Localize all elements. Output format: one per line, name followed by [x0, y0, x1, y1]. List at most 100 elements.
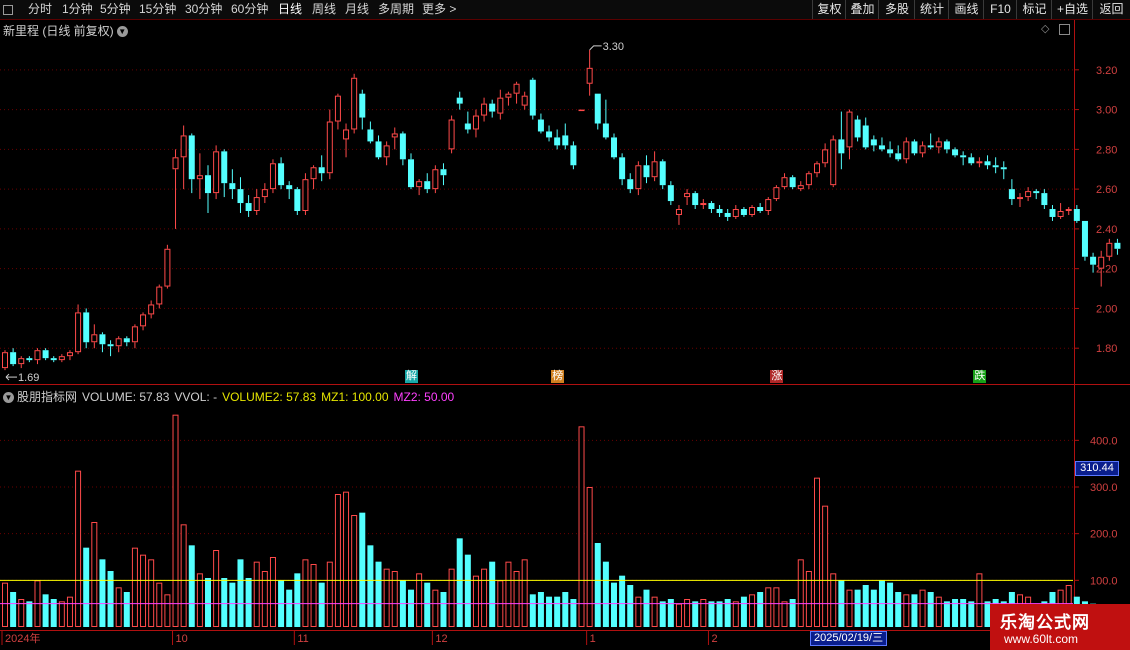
candle — [789, 175, 796, 190]
price-tick-label: 2.00 — [1096, 303, 1117, 315]
candle — [172, 149, 179, 229]
candle-body — [1081, 220, 1088, 257]
candle-body — [1017, 197, 1023, 200]
candle — [1065, 207, 1072, 215]
volume-bar — [432, 589, 439, 628]
volume-bar — [797, 559, 804, 627]
candle — [481, 97, 488, 122]
candle-body — [952, 149, 959, 156]
date-label: 2 — [711, 633, 717, 645]
candle-body — [448, 119, 455, 150]
candle-body — [838, 139, 845, 154]
candle — [895, 145, 902, 162]
volume-bar — [968, 601, 975, 627]
date-label: 12 — [435, 633, 447, 645]
candle-body — [1041, 193, 1048, 206]
candle — [562, 123, 569, 150]
low-price-label: 1.69 — [18, 372, 39, 384]
volume-bar — [66, 596, 73, 628]
candle — [326, 109, 333, 180]
kline-chart[interactable]: 3.203.002.802.602.402.202.001.80 400.030… — [0, 0, 1130, 650]
candle — [611, 133, 617, 160]
candle-body — [205, 175, 211, 194]
volume-bar — [58, 601, 65, 627]
diamond-icon[interactable]: ◇ — [1041, 22, 1049, 35]
candle-body — [107, 344, 114, 347]
candle — [188, 133, 195, 194]
candle — [75, 304, 82, 355]
candle — [408, 153, 414, 190]
candle — [578, 109, 585, 112]
candle — [10, 348, 17, 367]
candle-body — [675, 209, 682, 215]
vvol-value: VVOL: - — [174, 390, 218, 404]
volume-bar — [822, 505, 829, 627]
candle — [148, 300, 155, 319]
volume-bar — [91, 522, 98, 627]
candle — [878, 137, 885, 152]
candle-body — [432, 169, 439, 190]
volume-bar — [537, 592, 544, 627]
candle-body — [602, 123, 609, 138]
signal-marker[interactable]: 跌 — [973, 370, 987, 383]
candle-body — [424, 181, 431, 190]
candle — [797, 181, 804, 192]
candle-body — [326, 121, 333, 174]
candle — [870, 135, 877, 152]
candle — [140, 312, 147, 331]
candle — [294, 187, 301, 215]
candle-body — [83, 312, 90, 343]
candle — [1017, 193, 1023, 208]
candle-body — [619, 157, 626, 180]
candle-body — [578, 109, 585, 112]
candle — [667, 181, 674, 206]
volume-bar — [302, 559, 309, 627]
candle — [708, 201, 715, 213]
candle — [659, 159, 666, 190]
candle — [375, 135, 382, 160]
candle-body — [497, 97, 504, 114]
date-label: 2024年 — [5, 631, 40, 645]
candle — [838, 111, 845, 170]
volume-bar — [253, 561, 260, 628]
signal-marker[interactable]: 解 — [405, 370, 418, 383]
chevron-down-icon[interactable]: ▼ — [3, 392, 14, 403]
candle-body — [399, 133, 406, 160]
candle-body — [416, 181, 423, 188]
candle-body — [968, 157, 975, 164]
candle-body — [724, 212, 731, 217]
volume-bar — [887, 582, 894, 627]
volume-bar — [862, 585, 869, 627]
maximize-icon[interactable] — [1059, 24, 1070, 35]
volume-bar — [334, 494, 341, 627]
signal-marker[interactable]: 涨 — [770, 370, 784, 383]
volume-bar — [675, 603, 682, 628]
chevron-down-icon[interactable]: ▼ — [116, 26, 128, 37]
volume-bar — [229, 582, 236, 627]
candle-body — [58, 356, 65, 361]
candle-body — [740, 209, 747, 215]
candle — [505, 91, 512, 106]
volume-bar — [261, 571, 268, 627]
candle-body — [489, 103, 496, 112]
candle-body — [611, 137, 617, 158]
candle-body — [50, 358, 57, 361]
signal-marker[interactable]: 榜 — [551, 370, 565, 383]
candle-body — [992, 165, 999, 168]
candle — [521, 91, 528, 110]
candle-body — [749, 207, 756, 215]
candle — [684, 189, 691, 206]
candle — [123, 336, 130, 347]
candle — [594, 93, 601, 130]
indicator-title-bar: ▼ 股朋指标网 VOLUME: 57.83 VVOL: - VOLUME2: 57.83… — [3, 388, 459, 405]
volume-bar — [943, 601, 950, 627]
candle — [935, 137, 942, 154]
candle — [302, 173, 309, 215]
volume-bar — [781, 601, 788, 627]
candle-body — [359, 93, 366, 118]
candle — [1041, 189, 1048, 210]
candle-body — [172, 157, 179, 170]
candle — [903, 137, 910, 164]
candle — [586, 49, 593, 96]
candle-body — [757, 207, 764, 211]
